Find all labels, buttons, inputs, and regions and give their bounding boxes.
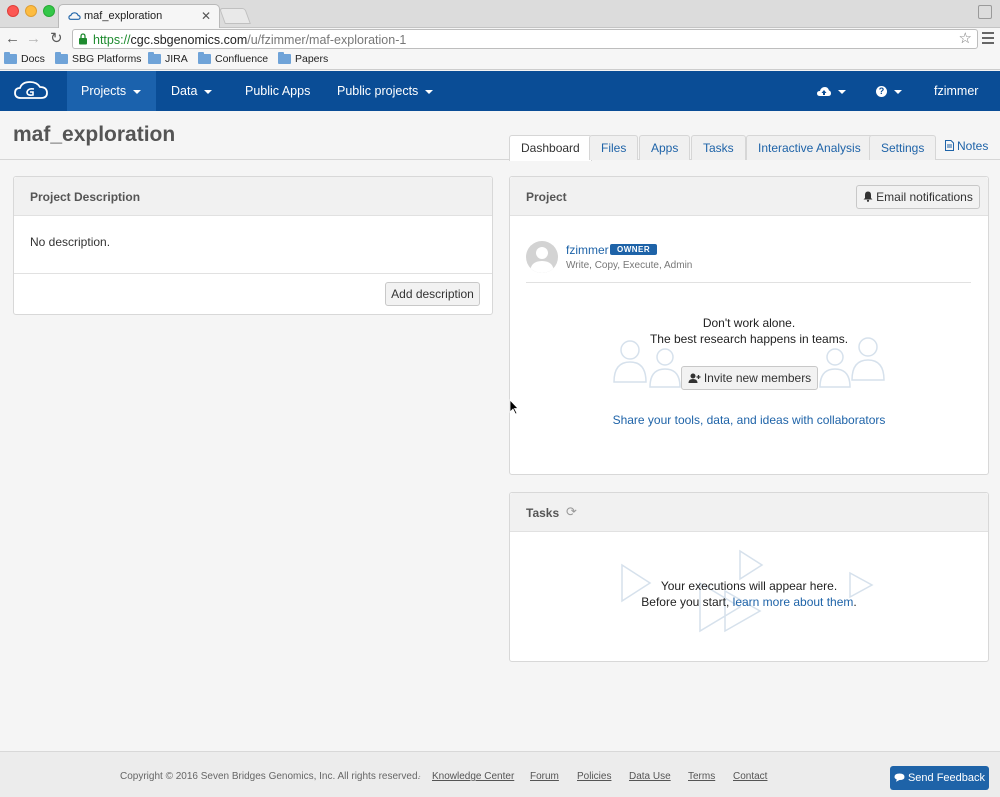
panel-header: Tasks ⟳ <box>510 493 988 532</box>
folder-icon <box>198 52 211 64</box>
upload-menu[interactable] <box>803 71 860 111</box>
tab-interactive-analysis[interactable]: Interactive Analysis <box>746 135 873 160</box>
caret-down-icon <box>133 89 142 94</box>
caret-down-icon <box>838 89 846 94</box>
tasks-empty-line1: Your executions will appear here. <box>660 579 838 593</box>
send-feedback-button[interactable]: Send Feedback <box>890 766 989 790</box>
divider <box>526 282 971 283</box>
back-arrow-icon[interactable]: ← <box>5 30 20 48</box>
lock-icon <box>79 33 87 45</box>
bookmark-sbg-platforms[interactable]: SBG Platforms <box>55 52 141 65</box>
browser-toolbar: ← → ↻ https://cgc.sbgenomics.com/u/fzimm… <box>0 28 1000 50</box>
member-name-link[interactable]: fzimmer <box>566 243 609 257</box>
footer: Copyright © 2016 Seven Bridges Genomics,… <box>0 751 1000 797</box>
tab-files[interactable]: Files <box>589 135 639 160</box>
bookmark-jira[interactable]: JIRA <box>148 52 188 65</box>
empty-team-line1: Don't work alone. <box>702 316 796 330</box>
learn-more-link[interactable]: learn more about them <box>733 595 854 609</box>
panel-header: Project Description <box>14 177 492 216</box>
notes-link[interactable]: Notes <box>945 139 988 153</box>
folder-icon <box>278 52 291 64</box>
invite-members-button[interactable]: Invite new members <box>681 366 818 390</box>
email-notifications-button[interactable]: Email notifications <box>856 185 980 209</box>
forward-arrow-icon[interactable]: → <box>26 30 41 48</box>
footer-link-terms[interactable]: Terms <box>688 771 715 782</box>
project-members-panel: Project Email notifications fzimmer OWNE… <box>509 176 989 475</box>
minimize-window-button[interactable] <box>25 5 37 17</box>
folder-icon <box>4 52 17 64</box>
document-icon <box>945 140 954 151</box>
description-text: No description. <box>30 235 111 249</box>
bookmark-papers[interactable]: Papers <box>278 52 328 65</box>
cloud-upload-icon <box>817 86 831 96</box>
tasks-empty-line2: Before you start, learn more about them. <box>641 595 857 609</box>
collaborate-link[interactable]: Share your tools, data, and ideas with c… <box>510 413 988 427</box>
caret-down-icon <box>894 89 902 94</box>
tab-settings[interactable]: Settings <box>869 135 937 160</box>
tab-apps[interactable]: Apps <box>639 135 691 160</box>
maximize-window-button[interactable] <box>43 5 55 17</box>
panel-title: Tasks <box>526 506 560 520</box>
panel-title: Project Description <box>30 190 141 204</box>
app-navbar: Projects Data Public Apps Public project… <box>0 71 1000 134</box>
nav-public-projects[interactable]: Public projects <box>323 71 447 111</box>
address-bar[interactable]: https://cgc.sbgenomics.com/u/fzimmer/maf… <box>72 29 978 49</box>
bookmark-docs[interactable]: Docs <box>4 52 45 65</box>
project-page: maf_exploration Dashboard Files Apps Tas… <box>0 111 1000 751</box>
panel-title: Project <box>526 190 567 204</box>
footer-link-forum[interactable]: Forum <box>530 771 559 782</box>
cgc-logo-icon[interactable] <box>12 79 50 103</box>
caret-down-icon <box>204 89 213 94</box>
chat-bubble-icon <box>894 773 905 782</box>
browser-titlebar: maf_exploration ✕ <box>0 0 1000 29</box>
help-menu[interactable]: ? <box>862 71 916 111</box>
footer-link-policies[interactable]: Policies <box>577 771 611 782</box>
owner-badge: OWNER <box>610 244 658 255</box>
url-scheme: https:// <box>93 33 131 47</box>
bookmark-star-icon[interactable]: ☆ <box>959 31 972 47</box>
copyright-text: Copyright © 2016 Seven Bridges Genomics,… <box>120 771 421 782</box>
empty-team-line2: The best research happens in teams. <box>649 332 849 346</box>
nav-public-apps[interactable]: Public Apps <box>231 71 324 111</box>
divider <box>14 273 492 274</box>
new-tab-button[interactable] <box>219 8 251 24</box>
footer-link-data-use[interactable]: Data Use <box>629 771 671 782</box>
user-avatar-icon <box>530 247 554 273</box>
footer-separator: · <box>418 771 422 782</box>
cloud-favicon-icon <box>68 12 81 20</box>
footer-link-contact[interactable]: Contact <box>733 771 767 782</box>
help-icon: ? <box>876 86 887 98</box>
footer-link-knowledge-center[interactable]: Knowledge Center <box>432 771 514 782</box>
tab-dashboard[interactable]: Dashboard <box>509 135 592 161</box>
add-user-icon <box>688 373 701 383</box>
bookmarks-bar: Docs SBG Platforms JIRA Confluence Paper… <box>0 50 1000 70</box>
tasks-panel: Tasks ⟳ Your executions will appear here… <box>509 492 989 662</box>
nav-data[interactable]: Data <box>157 71 226 111</box>
browser-tab[interactable]: maf_exploration ✕ <box>58 4 220 29</box>
member-permissions: Write, Copy, Execute, Admin <box>566 260 693 271</box>
page-title: maf_exploration <box>13 123 176 146</box>
close-window-button[interactable] <box>7 5 19 17</box>
tab-tasks[interactable]: Tasks <box>691 135 746 160</box>
fullscreen-icon[interactable] <box>978 5 992 19</box>
refresh-icon[interactable]: ⟳ <box>566 504 577 520</box>
browser-menu-icon[interactable] <box>982 32 994 47</box>
folder-icon <box>148 52 161 64</box>
user-menu[interactable]: fzimmer <box>920 71 1000 134</box>
nav-projects[interactable]: Projects <box>67 71 156 111</box>
add-description-button[interactable]: Add description <box>385 282 480 306</box>
mouse-cursor-icon <box>509 399 519 415</box>
url-host: cgc.sbgenomics.com <box>130 33 248 47</box>
project-description-panel: Project Description No description. Add … <box>13 176 493 315</box>
bell-icon <box>863 191 873 202</box>
caret-down-icon <box>425 89 434 94</box>
reload-icon[interactable]: ↻ <box>50 30 63 48</box>
close-tab-icon[interactable]: ✕ <box>201 9 211 23</box>
panel-header: Project Email notifications <box>510 177 988 216</box>
browser-tab-title: maf_exploration <box>84 10 163 22</box>
url-path: /u/fzimmer/maf-exploration-1 <box>247 33 407 47</box>
folder-icon <box>55 52 68 64</box>
avatar <box>526 241 558 273</box>
bookmark-confluence[interactable]: Confluence <box>198 52 268 65</box>
